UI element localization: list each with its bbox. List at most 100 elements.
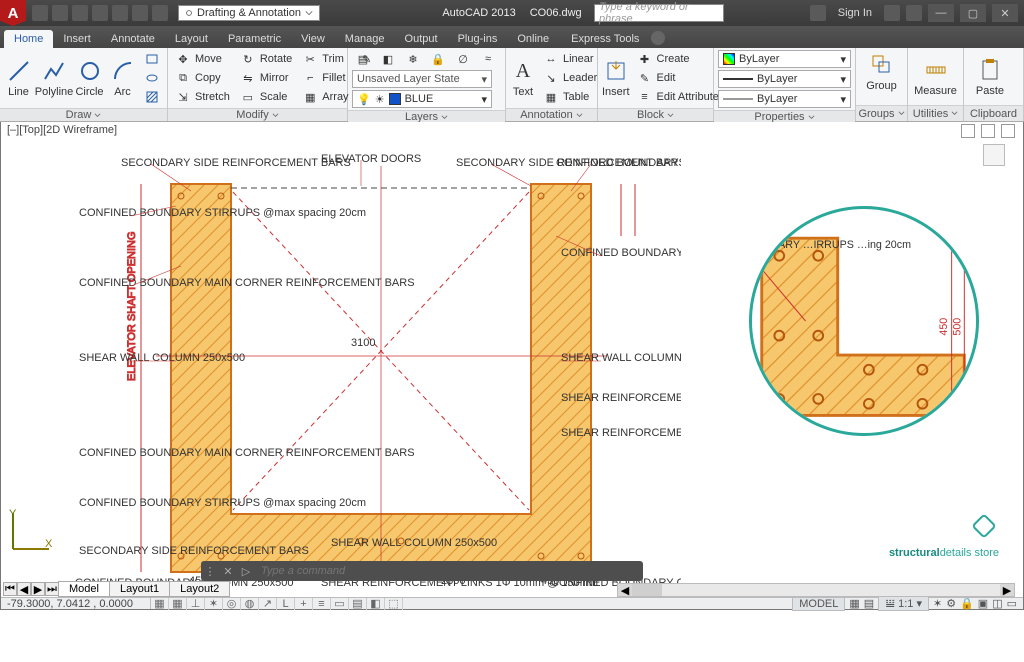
trim-button[interactable]: ✂Trim — [299, 50, 351, 68]
layerlock-icon[interactable]: 🔒 — [427, 50, 449, 68]
tab-output[interactable]: Output — [395, 30, 448, 48]
status-layout-icon[interactable]: ▤ — [864, 597, 874, 610]
viewport-label[interactable]: [–][Top][2D Wireframe] — [7, 124, 117, 136]
copy-button[interactable]: ⧉Copy — [172, 69, 233, 87]
linear-dim-button[interactable]: ↔Linear — [540, 50, 600, 68]
layerfrz-icon[interactable]: ❄ — [402, 50, 424, 68]
tab-home[interactable]: Home — [4, 30, 53, 48]
panel-groups-title[interactable]: Groups — [856, 105, 907, 121]
qat-redo-icon[interactable] — [152, 5, 168, 21]
line-button[interactable]: Line — [4, 56, 33, 100]
tpy-toggle[interactable]: ▭ — [331, 598, 349, 610]
text-button[interactable]: A Text — [510, 56, 536, 100]
tab-plugins[interactable]: Plug-ins — [448, 30, 508, 48]
qp-toggle[interactable]: ▤ — [349, 598, 367, 610]
tab-view[interactable]: View — [291, 30, 335, 48]
cmd-close-icon[interactable]: ✕ — [219, 565, 237, 578]
layeriso-icon[interactable]: ◧ — [377, 50, 399, 68]
lineweight-dropdown[interactable]: ByLayer▾ — [718, 70, 851, 88]
polyline-button[interactable]: Polyline — [37, 56, 71, 100]
layeroff-icon[interactable]: ∅ — [452, 50, 474, 68]
linetype-dropdown[interactable]: ByLayer▾ — [718, 90, 851, 108]
cmd-handle-icon[interactable]: ⋮ — [201, 565, 219, 578]
scroll-thumb[interactable] — [632, 584, 662, 596]
panel-utilities-title[interactable]: Utilities — [908, 105, 963, 121]
tab-first-icon[interactable]: ⏮ — [3, 582, 17, 596]
stretch-button[interactable]: ⇲Stretch — [172, 88, 233, 106]
model-space-toggle[interactable]: MODEL — [792, 597, 845, 611]
tab-parametric[interactable]: Parametric — [218, 30, 291, 48]
hatch-icon[interactable] — [141, 88, 163, 106]
viewcube[interactable] — [983, 144, 1005, 166]
vp-close-icon[interactable] — [1001, 124, 1015, 138]
status-hw-icon[interactable]: ▣ — [978, 597, 988, 610]
workspace-dropdown[interactable]: Drafting & Annotation — [178, 5, 320, 21]
tab-prev-icon[interactable]: ◀ — [17, 582, 31, 596]
qat-open-icon[interactable] — [52, 5, 68, 21]
maximize-button[interactable]: ▢ — [960, 4, 986, 22]
circle-button[interactable]: Circle — [75, 56, 104, 100]
color-dropdown[interactable]: ByLayer▾ — [718, 50, 851, 68]
ellipse-icon[interactable] — [141, 69, 163, 87]
help-search-input[interactable]: Type a keyword or phrase — [594, 4, 724, 22]
tab-layout[interactable]: Layout — [165, 30, 218, 48]
command-input[interactable] — [255, 565, 643, 577]
qat-plot-icon[interactable] — [112, 5, 128, 21]
layermatch-icon[interactable]: ≈ — [477, 50, 499, 68]
tab-online[interactable]: Online — [507, 30, 559, 48]
otrack-toggle[interactable]: ↗ — [259, 598, 277, 610]
panel-annotation-title[interactable]: Annotation — [506, 108, 597, 121]
measure-button[interactable]: Measure — [912, 55, 959, 99]
command-line[interactable]: ⋮ ✕ ▷ — [201, 561, 643, 581]
panel-modify-title[interactable]: Modify — [168, 108, 347, 121]
close-button[interactable]: ✕ — [992, 4, 1018, 22]
tab-insert[interactable]: Insert — [53, 30, 101, 48]
vp-min-icon[interactable] — [961, 124, 975, 138]
paste-button[interactable]: Paste — [968, 55, 1012, 99]
scroll-left-icon[interactable]: ◀ — [618, 584, 632, 596]
move-button[interactable]: ✥Move — [172, 50, 233, 68]
tab-annotate[interactable]: Annotate — [101, 30, 165, 48]
leader-button[interactable]: ↘Leader — [540, 69, 600, 87]
group-button[interactable]: Group — [860, 50, 904, 94]
array-button[interactable]: ▦Array — [299, 88, 351, 106]
status-clean-icon[interactable]: ▭ — [1007, 597, 1017, 610]
tab-next-icon[interactable]: ▶ — [31, 582, 45, 596]
ortho-toggle[interactable]: ⊥ — [187, 598, 205, 610]
coords-readout[interactable]: -79.3000, 7.0412 , 0.0000 — [1, 598, 151, 609]
layout-tab-model[interactable]: Model — [58, 581, 110, 597]
current-layer-dropdown[interactable]: 💡 ☀ BLUE ▾ — [352, 90, 492, 108]
dyn-toggle[interactable]: + — [295, 598, 313, 610]
status-lock-icon[interactable]: 🔒 — [960, 597, 974, 610]
insert-button[interactable]: Insert — [602, 56, 630, 100]
signin-icon[interactable] — [810, 5, 826, 21]
osnap-toggle[interactable]: ◎ — [223, 598, 241, 610]
layout-tab-2[interactable]: Layout2 — [169, 581, 230, 597]
layer-state-dropdown[interactable]: Unsaved Layer State▾ — [352, 70, 492, 88]
signin-label[interactable]: Sign In — [838, 7, 872, 19]
qat-saveas-icon[interactable] — [92, 5, 108, 21]
qat-save-icon[interactable] — [72, 5, 88, 21]
status-grid-icon[interactable]: ▦ — [849, 597, 859, 610]
scale-button[interactable]: ▭Scale — [237, 88, 295, 106]
am-toggle[interactable]: ⬚ — [385, 598, 403, 610]
exchange-icon[interactable] — [884, 5, 900, 21]
sc-toggle[interactable]: ◧ — [367, 598, 385, 610]
panel-clipboard-title[interactable]: Clipboard — [964, 105, 1023, 121]
rotate-button[interactable]: ↻Rotate — [237, 50, 295, 68]
help-icon[interactable] — [906, 5, 922, 21]
mirror-button[interactable]: ⇋Mirror — [237, 69, 295, 87]
grid-toggle[interactable]: ▦ — [169, 598, 187, 610]
panel-draw-title[interactable]: Draw — [0, 108, 167, 121]
table-button[interactable]: ▦Table — [540, 88, 600, 106]
snap-toggle[interactable]: ▦ — [151, 598, 169, 610]
drawing-viewport[interactable]: [–][Top][2D Wireframe] ELEVATOR SHAFT OP… — [0, 122, 1024, 610]
ducs-toggle[interactable]: L — [277, 598, 295, 610]
tab-last-icon[interactable]: ⏭ — [45, 582, 59, 596]
vp-max-icon[interactable] — [981, 124, 995, 138]
qat-new-icon[interactable] — [32, 5, 48, 21]
polar-toggle[interactable]: ✶ — [205, 598, 223, 610]
app-logo-icon[interactable]: A — [0, 0, 26, 26]
arc-button[interactable]: Arc — [108, 56, 137, 100]
tab-express[interactable]: Express Tools — [561, 30, 649, 48]
